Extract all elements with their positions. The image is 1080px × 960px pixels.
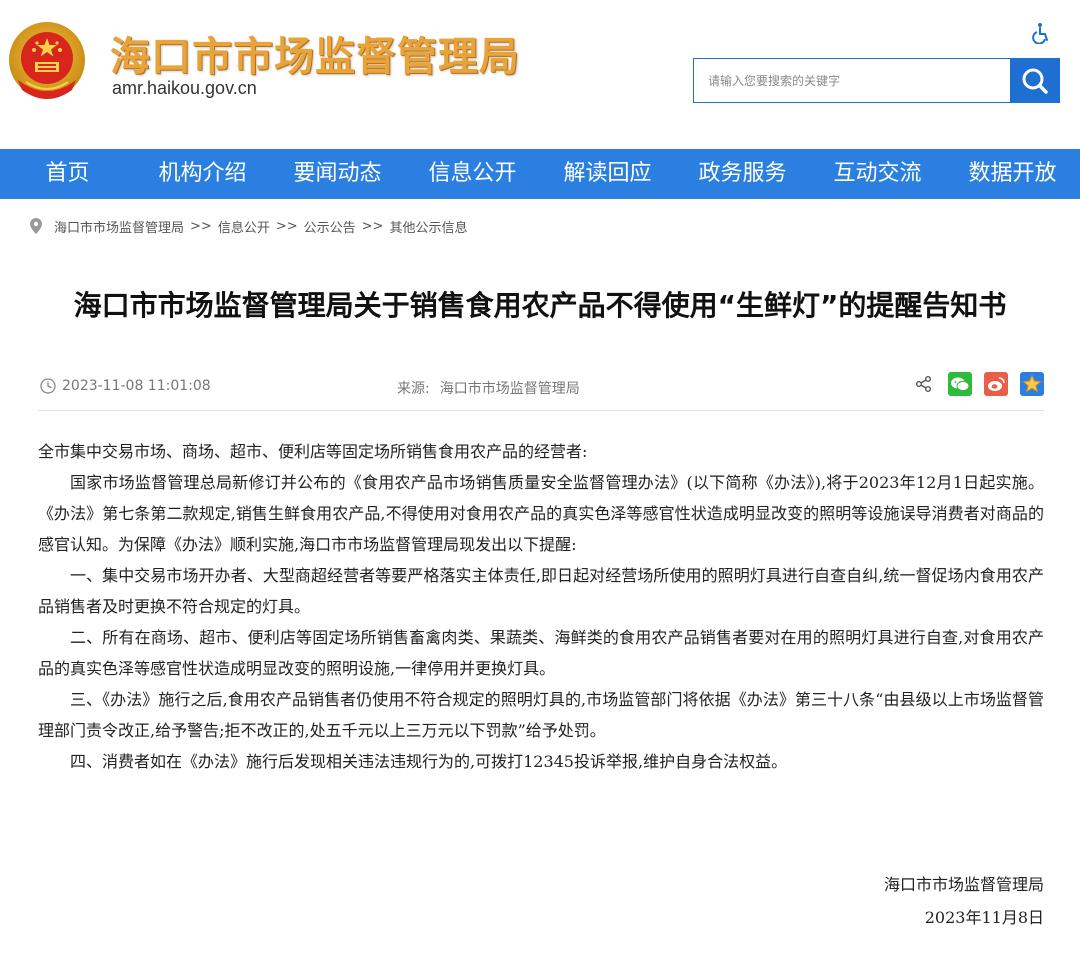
breadcrumb-separator: >>: [275, 218, 298, 234]
accessibility-icon[interactable]: [1030, 22, 1052, 44]
breadcrumb-item-info[interactable]: 信息公开: [218, 217, 270, 236]
weibo-icon[interactable]: [984, 372, 1008, 396]
breadcrumb-item-home[interactable]: 海口市市场监督管理局: [54, 217, 184, 236]
signature-org: 海口市市场监督管理局: [883, 875, 1044, 894]
wechat-icon[interactable]: [948, 372, 972, 396]
nav-item-about[interactable]: 机构介绍: [135, 149, 270, 199]
search-input[interactable]: [693, 58, 1010, 103]
clock-icon: [40, 378, 56, 394]
article-paragraph: 二、所有在商场、超市、便利店等固定场所销售畜禽肉类、果蔬类、海鲜类的食用农产品销…: [38, 628, 1044, 678]
share-icon[interactable]: [912, 372, 936, 396]
search-button[interactable]: [1010, 58, 1060, 103]
site-header: 海口市市场监督管理局 amr.haikou.gov.cn: [0, 0, 1080, 148]
nav-item-interpretation[interactable]: 解读回应: [540, 149, 675, 199]
breadcrumb-separator: >>: [361, 218, 384, 234]
nav-item-open-data[interactable]: 数据开放: [945, 149, 1080, 199]
article-source: 来源: 海口市市场监督管理局: [397, 378, 580, 398]
breadcrumb-item-notices[interactable]: 公示公告: [304, 217, 356, 236]
site-domain: amr.haikou.gov.cn: [112, 78, 257, 98]
article-paragraph: 一、集中交易市场开办者、大型商超经营者等要严格落实主体责任,即日起对经营场所使用…: [38, 566, 1044, 616]
article-greeting: 全市集中交易市场、商场、超市、便利店等固定场所销售食用农产品的经营者:: [38, 442, 588, 461]
location-pin-icon: [30, 218, 42, 234]
nav-item-info-disclosure[interactable]: 信息公开: [405, 149, 540, 199]
nav-item-interaction[interactable]: 互动交流: [810, 149, 945, 199]
main-nav: 首页 机构介绍 要闻动态 信息公开 解读回应 政务服务 互动交流 数据开放: [0, 149, 1080, 199]
article-body: 全市集中交易市场、商场、超市、便利店等固定场所销售食用农产品的经营者: 国家市场…: [38, 436, 1044, 777]
search-icon: [1022, 68, 1048, 94]
site-title[interactable]: 海口市市场监督管理局: [110, 24, 520, 82]
breadcrumb-item-other[interactable]: 其他公示信息: [389, 217, 467, 236]
share-bar: [912, 372, 1044, 396]
national-emblem-icon[interactable]: [8, 20, 86, 102]
signature-date: 2023年11月8日: [924, 908, 1044, 927]
article-paragraph: 四、消费者如在《办法》施行后发现相关违法违规行为的,可拨打12345投诉举报,维…: [70, 752, 788, 771]
breadcrumb-separator: >>: [190, 218, 212, 234]
article-signature: 海口市市场监督管理局 2023年11月8日: [884, 868, 1044, 934]
nav-item-news[interactable]: 要闻动态: [270, 149, 405, 199]
meta-divider: [38, 410, 1044, 411]
nav-item-home[interactable]: 首页: [0, 149, 135, 199]
breadcrumb: 海口市市场监督管理局 >> 信息公开 >> 公示公告 >> 其他公示信息: [30, 215, 467, 237]
article-paragraph: 国家市场监督管理总局新修订并公布的《食用农产品市场销售质量安全监督管理办法》(以…: [38, 473, 1044, 554]
publish-date: 2023-11-08 11:01:08: [62, 378, 211, 394]
nav-item-services[interactable]: 政务服务: [675, 149, 810, 199]
source-label: 来源:: [397, 381, 430, 397]
article-title: 海口市市场监督管理局关于销售食用农产品不得使用“生鲜灯”的提醒告知书: [73, 289, 1007, 322]
source-value: 海口市市场监督管理局: [439, 381, 580, 397]
favorite-icon[interactable]: [1020, 372, 1044, 396]
article-meta: 2023-11-08 11:01:08 来源: 海口市市场监督管理局: [40, 372, 1044, 402]
article-paragraph: 三、《办法》施行之后,食用农产品销售者仍使用不符合规定的照明灯具的,市场监管部门…: [38, 690, 1044, 740]
